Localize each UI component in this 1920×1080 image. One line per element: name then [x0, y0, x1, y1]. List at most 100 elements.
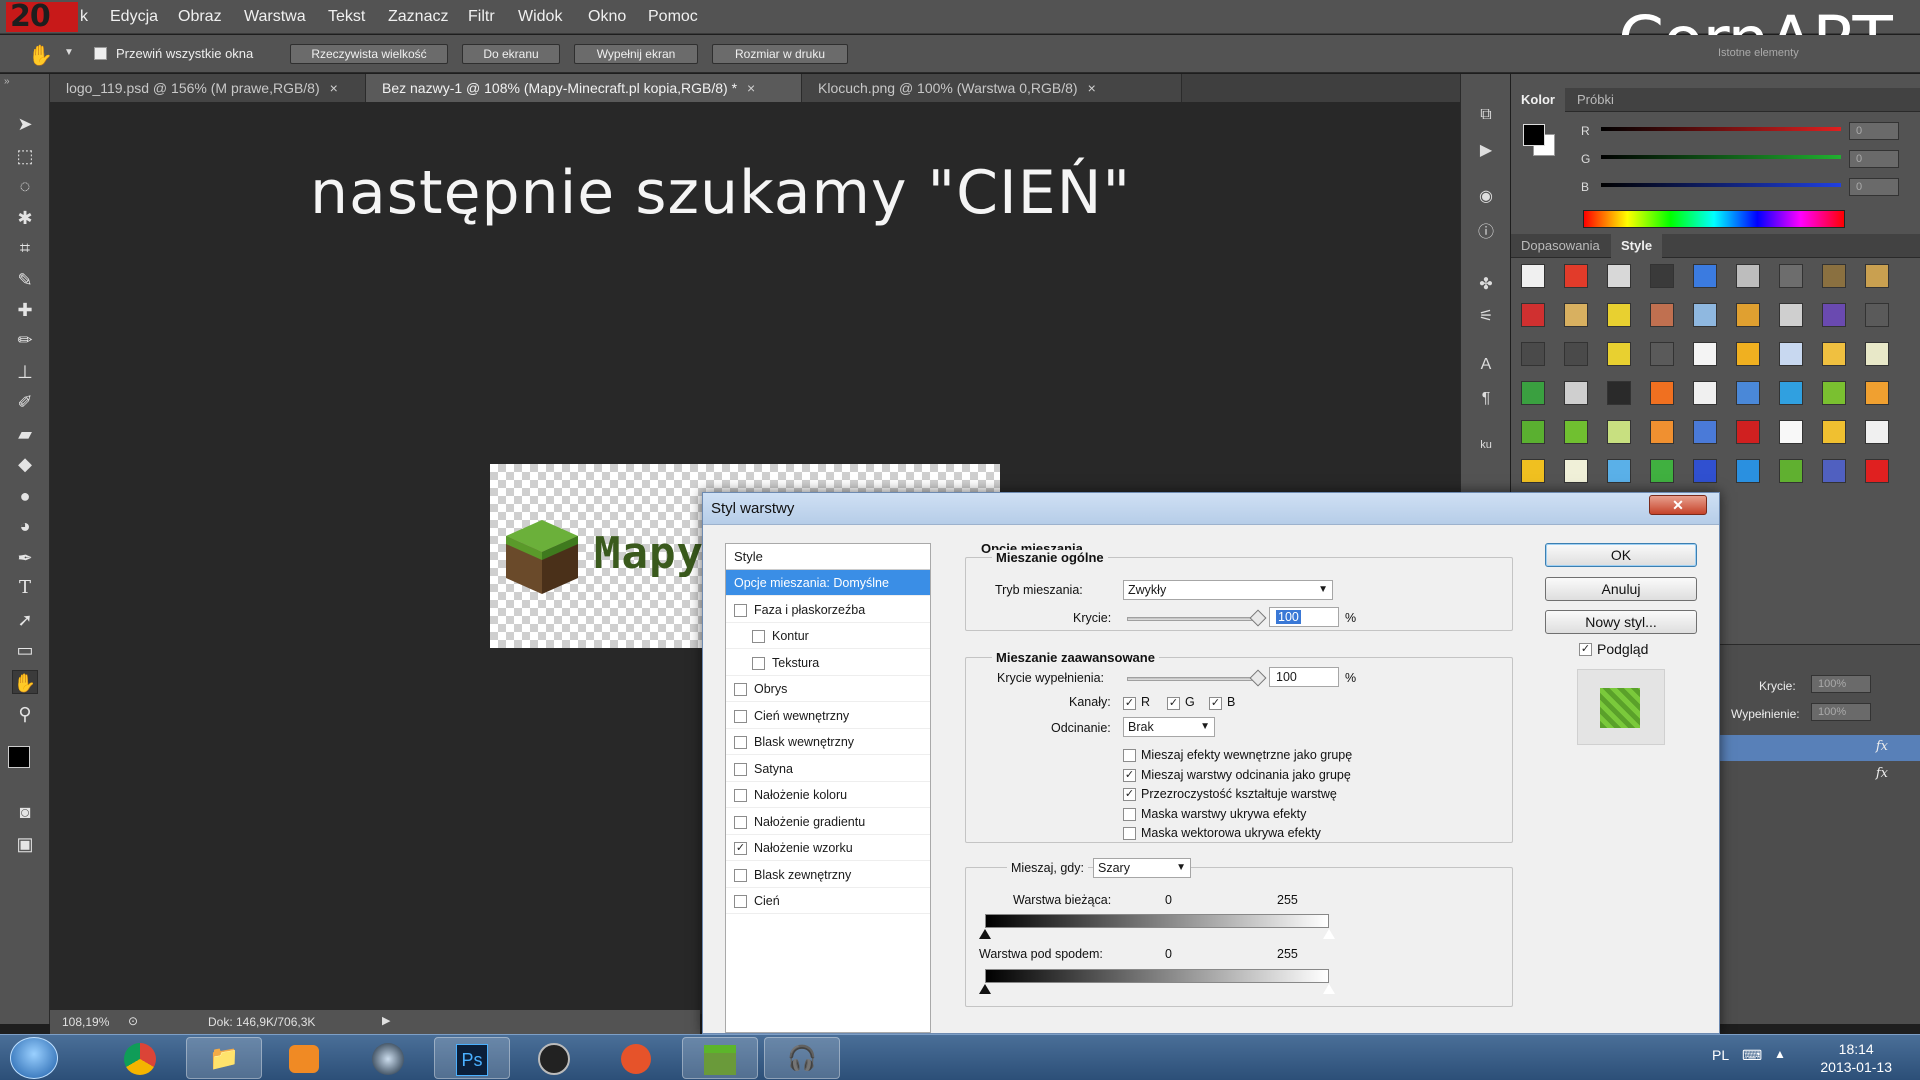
underlying-layer-gradient[interactable] [985, 969, 1329, 983]
style-swatch[interactable] [1736, 303, 1760, 327]
tab-logo-119[interactable]: logo_119.psd @ 156% (M prawe,RGB/8) × [50, 74, 366, 102]
style-swatch[interactable] [1779, 264, 1803, 288]
tab-bez-nazwy-1[interactable]: Bez nazwy-1 @ 108% (Mapy-Minecraft.pl ko… [366, 74, 802, 102]
style-swatch[interactable] [1693, 381, 1717, 405]
style-checkbox[interactable] [734, 789, 747, 802]
style-list-item[interactable]: Obrys [726, 676, 930, 702]
menu-tekst[interactable]: Tekst [328, 8, 365, 26]
opacity-input[interactable]: 100 [1269, 607, 1339, 627]
channel-value[interactable]: 0 [1849, 150, 1899, 168]
style-swatch[interactable] [1693, 264, 1717, 288]
advanced-option-checkbox[interactable] [1123, 827, 1136, 840]
style-swatch[interactable] [1865, 303, 1889, 327]
underlying-black-handle[interactable] [979, 984, 991, 994]
style-swatch[interactable] [1865, 420, 1889, 444]
style-swatch[interactable] [1736, 420, 1760, 444]
style-swatch[interactable] [1521, 264, 1545, 288]
foreground-color-swatch[interactable] [1523, 124, 1545, 146]
style-swatch[interactable] [1865, 264, 1889, 288]
advanced-option-checkbox[interactable]: ✓ [1123, 768, 1136, 782]
style-list-item[interactable]: Faza i płaskorzeźba [726, 597, 930, 623]
style-swatch[interactable] [1693, 459, 1717, 483]
style-list-item[interactable]: Opcje mieszania: Domyślne [726, 570, 930, 596]
style-swatch[interactable] [1865, 381, 1889, 405]
style-swatch[interactable] [1521, 381, 1545, 405]
style-swatch[interactable] [1650, 342, 1674, 366]
dodge-tool-icon[interactable]: ◕ [12, 514, 38, 538]
system-clock[interactable]: 18:14 2013-01-13 [1820, 1040, 1892, 1076]
style-swatch[interactable] [1822, 264, 1846, 288]
zoom-level[interactable]: 108,19% [62, 1015, 109, 1029]
camera-icon[interactable]: ◉ [1474, 186, 1498, 208]
dialog-titlebar[interactable]: Styl warstwy ✕ [703, 493, 1719, 525]
style-swatch[interactable] [1564, 420, 1588, 444]
tool-presets-icon[interactable]: ⚟ [1474, 306, 1498, 328]
history-brush-icon[interactable]: ✐ [12, 390, 38, 414]
eyedropper-icon[interactable]: ✎ [12, 268, 38, 292]
kuler-icon[interactable]: ku [1474, 434, 1498, 456]
style-swatch[interactable] [1736, 459, 1760, 483]
history-icon[interactable]: ⧉ [1474, 104, 1498, 126]
pen-tool-icon[interactable]: ✒ [12, 546, 38, 570]
channel-value[interactable]: 0 [1849, 178, 1899, 196]
language-indicator[interactable]: PL [1712, 1047, 1729, 1063]
blend-if-select[interactable]: Szary ▼ [1093, 858, 1191, 878]
tray-arrow-icon[interactable]: ▲ [1774, 1047, 1786, 1061]
style-swatch[interactable] [1736, 342, 1760, 366]
magic-wand-icon[interactable]: ✱ [12, 206, 38, 230]
new-style-button[interactable]: Nowy styl... [1545, 610, 1697, 634]
style-swatch[interactable] [1779, 303, 1803, 327]
chevron-down-icon[interactable]: ▼ [64, 47, 74, 58]
blur-tool-icon[interactable]: ● [12, 484, 38, 508]
fx-icon[interactable]: fx [1876, 739, 1888, 754]
knockout-select[interactable]: Brak ▼ [1123, 717, 1215, 737]
styles-list-header[interactable]: Style [726, 544, 930, 570]
hand-tool-icon[interactable]: ✋ [28, 43, 53, 68]
style-swatch[interactable] [1607, 459, 1631, 483]
style-swatch[interactable] [1779, 420, 1803, 444]
style-swatch[interactable] [1607, 264, 1631, 288]
chrome-icon[interactable] [102, 1037, 178, 1079]
fx-icon[interactable]: fx [1876, 766, 1888, 781]
opacity-slider[interactable] [1127, 609, 1267, 627]
style-swatch[interactable] [1779, 459, 1803, 483]
path-selection-icon[interactable]: ➚ [12, 608, 38, 632]
color-spectrum-ramp[interactable] [1583, 210, 1845, 228]
style-swatch[interactable] [1564, 342, 1588, 366]
hand-tool-icon[interactable]: ✋ [12, 670, 38, 694]
advanced-option-checkbox[interactable] [1123, 807, 1136, 821]
style-swatch[interactable] [1865, 342, 1889, 366]
tab-klocuch[interactable]: Klocuch.png @ 100% (Warstwa 0,RGB/8) × [802, 74, 1182, 102]
fill-opacity-input[interactable]: 100 [1269, 667, 1339, 687]
style-swatch[interactable] [1607, 420, 1631, 444]
style-list-item[interactable]: Kontur [726, 623, 930, 649]
style-swatch[interactable] [1822, 303, 1846, 327]
style-checkbox[interactable] [734, 762, 747, 776]
channel-value[interactable]: 0 [1849, 122, 1899, 140]
close-icon[interactable]: × [747, 80, 755, 96]
close-button[interactable]: ✕ [1649, 495, 1707, 515]
style-swatch[interactable] [1607, 303, 1631, 327]
style-checkbox[interactable] [734, 603, 747, 617]
app-orange-icon[interactable] [598, 1037, 674, 1079]
opacity-field[interactable]: 100% [1811, 675, 1871, 693]
scroll-all-windows-checkbox[interactable] [94, 45, 107, 61]
style-list-item[interactable]: Blask wewnętrzny [726, 729, 930, 755]
cancel-button[interactable]: Anuluj [1545, 577, 1697, 601]
style-swatch[interactable] [1521, 303, 1545, 327]
stamp-tool-icon[interactable]: ⊥ [12, 360, 38, 384]
style-swatch[interactable] [1650, 303, 1674, 327]
style-checkbox[interactable] [734, 709, 747, 723]
style-swatch[interactable] [1822, 420, 1846, 444]
zoom-tool-icon[interactable]: ⚲ [12, 702, 38, 726]
fill-screen-button[interactable]: Wypełnij ekran [574, 44, 698, 64]
start-button[interactable] [10, 1037, 58, 1079]
lasso-tool-icon[interactable]: ◌ [12, 174, 38, 198]
blend-mode-select[interactable]: Zwykły ▼ [1123, 580, 1333, 600]
style-list-item[interactable]: Nałożenie gradientu [726, 809, 930, 835]
slider-track[interactable] [1601, 127, 1841, 131]
close-icon[interactable]: × [1088, 80, 1096, 96]
underlying-white-handle[interactable] [1323, 984, 1335, 994]
style-swatch[interactable] [1650, 459, 1674, 483]
style-swatch[interactable] [1521, 420, 1545, 444]
